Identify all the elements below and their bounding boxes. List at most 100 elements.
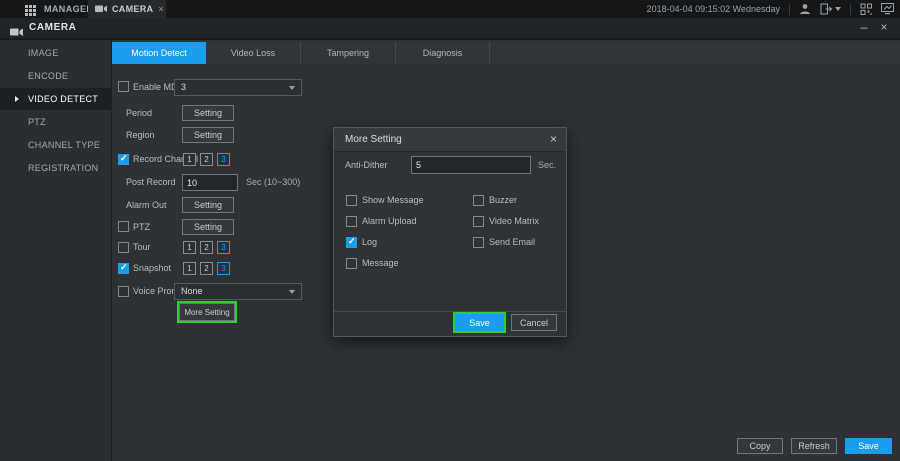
alarm-out-setting-button[interactable]: Setting xyxy=(182,197,234,213)
sidebar-item-label: ENCODE xyxy=(28,71,68,81)
refresh-button[interactable]: Refresh xyxy=(791,438,837,454)
minimize-button[interactable]: – xyxy=(856,18,872,38)
voice-prompts-value: None xyxy=(181,286,203,296)
divider xyxy=(850,4,851,15)
voice-prompts-checkbox[interactable] xyxy=(118,286,129,297)
tour-3-button[interactable]: 3 xyxy=(217,241,230,254)
system-datetime: 2018-04-04 09:15:02 Wednesday xyxy=(647,4,780,14)
tour-label: Tour xyxy=(133,240,151,254)
record-channel-1-button[interactable]: 1 xyxy=(183,153,196,166)
region-label: Region xyxy=(126,127,155,143)
anti-dither-input[interactable] xyxy=(411,156,531,174)
sidebar-item-label: PTZ xyxy=(28,117,46,127)
enable-md-select[interactable]: 3 xyxy=(174,79,302,96)
log-checkbox[interactable] xyxy=(346,237,357,248)
video-matrix-label: Video Matrix xyxy=(489,215,539,228)
snapshot-label: Snapshot xyxy=(133,261,171,275)
save-highlight: Save xyxy=(453,312,506,333)
record-channel-checkbox[interactable] xyxy=(118,154,129,165)
post-record-input[interactable] xyxy=(182,174,238,191)
video-matrix-checkbox[interactable] xyxy=(473,216,484,227)
voice-prompts-select[interactable]: None xyxy=(174,283,302,300)
send-email-checkbox[interactable] xyxy=(473,237,484,248)
post-record-unit: Sec (10~300) xyxy=(246,174,300,191)
close-button[interactable]: × xyxy=(876,18,892,38)
ptz-label: PTZ xyxy=(133,219,150,235)
page-title: CAMERA xyxy=(29,18,77,38)
record-channel-3-button[interactable]: 3 xyxy=(217,153,230,166)
post-record-label: Post Record xyxy=(126,174,176,191)
ptz-checkbox[interactable] xyxy=(118,221,129,232)
sidebar-item-video-detect[interactable]: VIDEO DETECT xyxy=(0,88,112,110)
enable-md-checkbox[interactable] xyxy=(118,81,129,92)
snapshot-3-button[interactable]: 3 xyxy=(217,262,230,275)
alarm-upload-label: Alarm Upload xyxy=(362,215,417,228)
user-icon[interactable] xyxy=(799,3,811,15)
save-button[interactable]: Save xyxy=(845,438,892,454)
dropdown-arrow-icon xyxy=(289,290,295,294)
sidebar-item-label: CHANNEL TYPE xyxy=(28,140,100,150)
sidebar-item-channel-type[interactable]: CHANNEL TYPE xyxy=(0,134,112,156)
camera-tab-close-icon[interactable]: × xyxy=(158,4,163,14)
qr-code-icon[interactable] xyxy=(860,3,872,15)
dialog-footer-divider xyxy=(334,311,566,312)
tour-checkbox[interactable] xyxy=(118,242,129,253)
anti-dither-unit: Sec. xyxy=(538,156,556,174)
dialog-close-icon[interactable]: × xyxy=(550,128,557,152)
anti-dither-label: Anti-Dither xyxy=(345,156,388,174)
enable-md-value: 3 xyxy=(181,82,186,92)
logout-caret-icon xyxy=(835,7,841,11)
record-channel-2-button[interactable]: 2 xyxy=(200,153,213,166)
sidebar-item-label: VIDEO DETECT xyxy=(28,94,98,104)
sidebar-item-image[interactable]: IMAGE xyxy=(0,42,112,64)
copy-button[interactable]: Copy xyxy=(737,438,783,454)
detect-tabstrip: Motion Detect Video Loss Tampering Diagn… xyxy=(112,42,900,64)
buzzer-label: Buzzer xyxy=(489,194,517,207)
more-setting-dialog: More Setting × Anti-Dither Sec. Show Mes… xyxy=(333,127,567,337)
dialog-save-button[interactable]: Save xyxy=(455,314,504,331)
message-label: Message xyxy=(362,257,399,270)
snapshot-2-button[interactable]: 2 xyxy=(200,262,213,275)
divider xyxy=(789,4,790,15)
region-setting-button[interactable]: Setting xyxy=(182,127,234,143)
sidebar-item-encode[interactable]: ENCODE xyxy=(0,65,112,87)
buzzer-checkbox[interactable] xyxy=(473,195,484,206)
tour-2-button[interactable]: 2 xyxy=(200,241,213,254)
tab-tampering[interactable]: Tampering xyxy=(301,42,396,64)
ptz-setting-button[interactable]: Setting xyxy=(182,219,234,235)
active-item-arrow-icon xyxy=(15,96,19,102)
tab-diagnosis[interactable]: Diagnosis xyxy=(396,42,490,64)
page-title-bar: CAMERA – × xyxy=(0,18,900,40)
dialog-title: More Setting xyxy=(334,128,566,152)
tab-video-loss[interactable]: Video Loss xyxy=(206,42,301,64)
topbar-right-group: 2018-04-04 09:15:02 Wednesday xyxy=(647,0,894,18)
snapshot-checkbox[interactable] xyxy=(118,263,129,274)
sidebar-item-label: REGISTRATION xyxy=(28,163,98,173)
top-menu-bar: MANAGEMENT CAMERA × 2018-04-04 09:15:02 … xyxy=(0,0,900,18)
dialog-cancel-button[interactable]: Cancel xyxy=(511,314,557,331)
more-setting-highlight: More Setting xyxy=(177,301,237,323)
send-email-label: Send Email xyxy=(489,236,535,249)
sidebar-item-registration[interactable]: REGISTRATION xyxy=(0,157,112,179)
enable-md-label: Enable MD xyxy=(133,79,178,95)
dropdown-arrow-icon xyxy=(289,86,295,90)
logout-icon[interactable] xyxy=(820,3,841,15)
camera-tab[interactable]: CAMERA × xyxy=(88,0,166,18)
alarm-upload-checkbox[interactable] xyxy=(346,216,357,227)
show-message-label: Show Message xyxy=(362,194,424,207)
period-label: Period xyxy=(126,105,152,121)
tour-1-button[interactable]: 1 xyxy=(183,241,196,254)
message-checkbox[interactable] xyxy=(346,258,357,269)
tab-motion-detect[interactable]: Motion Detect xyxy=(112,42,206,64)
log-label: Log xyxy=(362,236,377,249)
camera-tab-label: CAMERA xyxy=(112,4,153,14)
snapshot-1-button[interactable]: 1 xyxy=(183,262,196,275)
period-setting-button[interactable]: Setting xyxy=(182,105,234,121)
more-setting-button[interactable]: More Setting xyxy=(179,303,235,321)
show-message-checkbox[interactable] xyxy=(346,195,357,206)
camera-icon xyxy=(95,0,107,18)
sidebar: IMAGE ENCODE VIDEO DETECT PTZ CHANNEL TY… xyxy=(0,40,112,461)
alarm-out-label: Alarm Out xyxy=(126,197,167,213)
display-output-icon[interactable] xyxy=(881,3,894,15)
sidebar-item-ptz[interactable]: PTZ xyxy=(0,111,112,133)
